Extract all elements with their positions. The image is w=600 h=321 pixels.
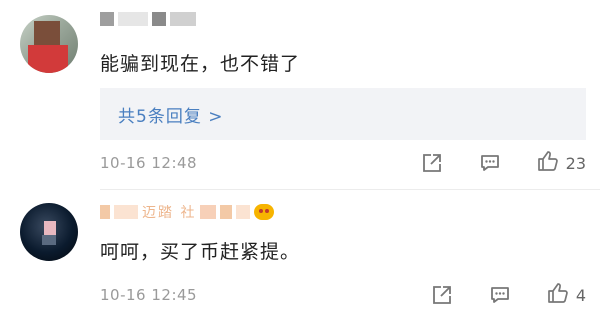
timestamp: 10-16 12:48 bbox=[100, 154, 198, 172]
comment-text: 呵呵，买了币赶紧提。 bbox=[100, 241, 301, 263]
username-partial-text: 迈踏 社 bbox=[142, 205, 197, 221]
comment-meta: 10-16 12:45 4 bbox=[100, 283, 586, 307]
avatar-pixelation bbox=[42, 235, 56, 245]
thumbs-up-icon bbox=[546, 281, 570, 309]
avatar[interactable] bbox=[20, 203, 78, 261]
thumbs-up-icon bbox=[536, 149, 560, 177]
avatar[interactable] bbox=[20, 15, 78, 73]
share-icon[interactable] bbox=[430, 283, 454, 307]
like-count: 4 bbox=[575, 285, 586, 305]
comment-icon[interactable] bbox=[478, 151, 502, 175]
share-icon[interactable] bbox=[420, 151, 444, 175]
like-button[interactable]: 23 bbox=[536, 149, 586, 177]
comment-icon[interactable] bbox=[488, 283, 512, 307]
username-masked[interactable]: 迈踏 社 bbox=[100, 203, 275, 221]
comment-actions: 4 bbox=[396, 281, 586, 309]
like-button[interactable]: 4 bbox=[546, 281, 586, 309]
comment-text: 能骗到现在，也不错了 bbox=[100, 53, 301, 75]
avatar-pixelation bbox=[28, 45, 68, 73]
vip-badge-icon bbox=[254, 204, 275, 220]
comment-item: 迈踏 社 呵呵，买了币赶紧提。 10-16 12:45 4 bbox=[0, 190, 600, 321]
replies-panel[interactable]: 共5条回复 > bbox=[100, 88, 586, 140]
timestamp: 10-16 12:45 bbox=[100, 286, 198, 304]
comment-actions: 23 bbox=[386, 149, 586, 177]
comment-item: 能骗到现在，也不错了 共5条回复 > 10-16 12:48 23 bbox=[0, 0, 600, 190]
comment-meta: 10-16 12:48 23 bbox=[100, 151, 586, 175]
avatar-pixelation bbox=[44, 221, 56, 235]
view-replies-link[interactable]: 共5条回复 > bbox=[118, 102, 223, 127]
like-count: 23 bbox=[565, 153, 586, 173]
username-masked[interactable] bbox=[100, 10, 196, 28]
